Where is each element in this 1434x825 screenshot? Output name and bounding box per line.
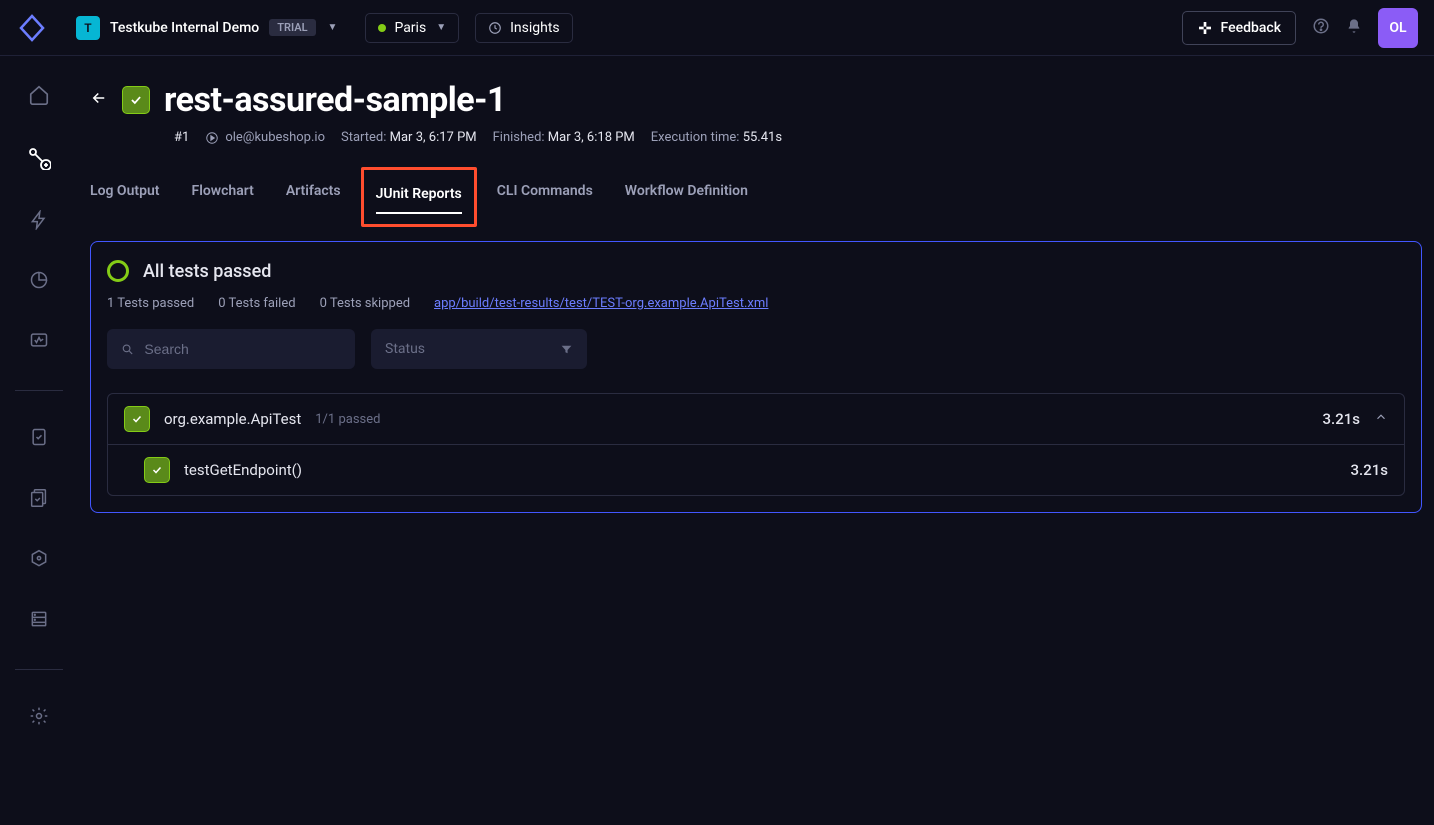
feedback-button[interactable]: Feedback xyxy=(1182,11,1296,45)
top-header: T Testkube Internal Demo TRIAL ▼ Paris ▼… xyxy=(0,0,1434,56)
bell-icon[interactable] xyxy=(1346,18,1362,38)
sidebar-item-home[interactable] xyxy=(28,84,50,110)
sidebar-item-env[interactable] xyxy=(29,609,49,633)
page-title: rest-assured-sample-1 xyxy=(164,80,506,120)
tests-skipped-count: 0 Tests skipped xyxy=(320,296,410,311)
tab-artifacts[interactable]: Artifacts xyxy=(286,173,341,215)
main-content: rest-assured-sample-1 #1 ole@kubeshop.io… xyxy=(78,56,1434,825)
tab-log-output[interactable]: Log Output xyxy=(90,173,160,215)
tab-flowchart[interactable]: Flowchart xyxy=(192,173,254,215)
tab-workflow-definition[interactable]: Workflow Definition xyxy=(625,173,748,215)
tests-failed-count: 0 Tests failed xyxy=(218,296,295,311)
trial-badge: TRIAL xyxy=(269,19,315,36)
sidebar-item-tests[interactable] xyxy=(29,427,49,451)
app-logo-icon[interactable] xyxy=(16,12,48,44)
org-letter-badge: T xyxy=(76,16,100,40)
filter-icon xyxy=(560,343,573,356)
test-time: 3.21s xyxy=(1351,461,1388,479)
org-name-label: Testkube Internal Demo xyxy=(110,20,259,36)
chevron-down-icon: ▼ xyxy=(328,22,338,33)
help-icon[interactable] xyxy=(1312,17,1330,39)
test-case-row[interactable]: testGetEndpoint() 3.21s xyxy=(108,444,1404,495)
sidebar-nav xyxy=(0,56,78,825)
status-dot-icon xyxy=(378,24,386,32)
run-number: #1 xyxy=(174,130,189,145)
report-panel: All tests passed 1 Tests passed 0 Tests … xyxy=(90,241,1422,513)
search-box[interactable] xyxy=(107,329,355,369)
run-initiator: ole@kubeshop.io xyxy=(205,130,325,145)
sidebar-item-workflows[interactable] xyxy=(27,146,51,174)
tests-passed-count: 1 Tests passed xyxy=(107,296,194,311)
sidebar-item-suites[interactable] xyxy=(28,487,50,513)
insights-button[interactable]: Insights xyxy=(475,13,573,43)
insights-label: Insights xyxy=(510,20,560,36)
report-file-link[interactable]: app/build/test-results/test/TEST-org.exa… xyxy=(434,296,768,311)
sidebar-divider xyxy=(15,390,63,391)
search-icon xyxy=(121,342,134,357)
user-avatar[interactable]: OL xyxy=(1378,8,1418,48)
search-input[interactable] xyxy=(144,341,341,357)
chevron-down-icon: ▼ xyxy=(436,22,446,33)
sidebar-item-status[interactable] xyxy=(29,330,49,354)
tab-highlight-box: JUnit Reports xyxy=(361,167,477,227)
tab-junit-reports[interactable]: JUnit Reports xyxy=(376,176,462,212)
sidebar-item-sources[interactable] xyxy=(29,549,49,573)
env-name-label: Paris xyxy=(394,20,426,36)
tab-bar: Log Output Flowchart Artifacts JUnit Rep… xyxy=(90,173,1422,215)
run-meta-row: #1 ole@kubeshop.io Started: Mar 3, 6:17 … xyxy=(90,130,1422,145)
sidebar-divider xyxy=(15,669,63,670)
status-filter[interactable]: Status xyxy=(371,329,587,369)
test-name: testGetEndpoint() xyxy=(184,461,302,479)
report-summary-title: All tests passed xyxy=(143,261,271,282)
suite-name: org.example.ApiTest xyxy=(164,410,301,428)
tab-cli-commands[interactable]: CLI Commands xyxy=(497,173,593,215)
environment-selector[interactable]: Paris ▼ xyxy=(365,13,459,43)
status-filter-label: Status xyxy=(385,341,425,357)
pass-ring-icon xyxy=(107,260,129,282)
feedback-label: Feedback xyxy=(1221,20,1281,36)
test-suite-row[interactable]: org.example.ApiTest 1/1 passed 3.21s xyxy=(108,394,1404,444)
suite-time: 3.21s xyxy=(1323,410,1360,428)
chevron-up-icon[interactable] xyxy=(1374,410,1388,428)
org-selector[interactable]: T Testkube Internal Demo TRIAL ▼ xyxy=(76,16,337,40)
back-arrow-icon[interactable] xyxy=(90,89,108,111)
sidebar-item-triggers[interactable] xyxy=(29,210,49,234)
suite-pass-count: 1/1 passed xyxy=(315,412,380,427)
test-suite-group: org.example.ApiTest 1/1 passed 3.21s tes… xyxy=(107,393,1405,496)
check-icon xyxy=(124,406,150,432)
sidebar-item-settings[interactable] xyxy=(29,706,49,730)
sidebar-item-analytics[interactable] xyxy=(29,270,49,294)
check-icon xyxy=(144,457,170,483)
run-status-icon xyxy=(122,86,150,114)
